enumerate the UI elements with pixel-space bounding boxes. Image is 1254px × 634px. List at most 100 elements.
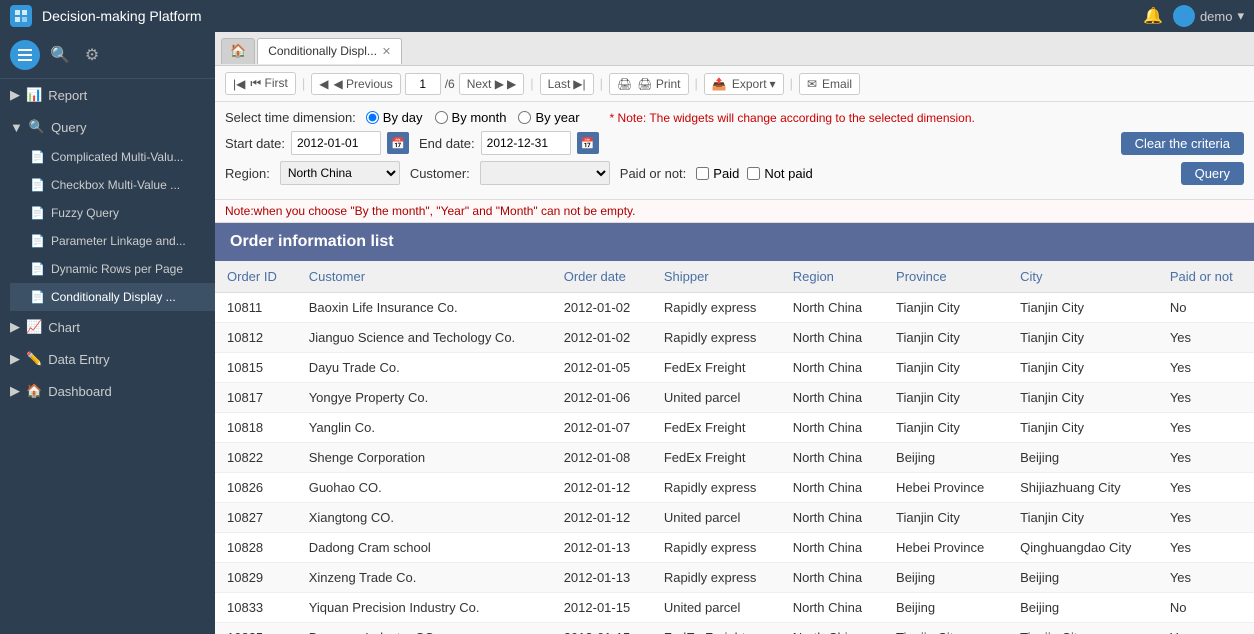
sidebar-item-conditionally-display[interactable]: 📄 Conditionally Display ...	[10, 283, 215, 311]
col-city: City	[1008, 261, 1158, 293]
cell-id: 10829	[215, 563, 297, 593]
sidebar-group-dashboard: ▶ 🏠 Dashboard	[0, 375, 215, 407]
sidebar-item-checkbox[interactable]: 📄 Checkbox Multi-Value ...	[10, 171, 215, 199]
cell-id: 10833	[215, 593, 297, 623]
cell-order_date: 2012-01-02	[552, 323, 652, 353]
cell-city: Tianjin City	[1008, 413, 1158, 443]
file-icon: 📄	[30, 234, 45, 248]
cell-paid: Yes	[1158, 473, 1254, 503]
cell-shipper: United parcel	[652, 503, 781, 533]
cell-province: Tianjin City	[884, 413, 1008, 443]
cell-shipper: Rapidly express	[652, 323, 781, 353]
cell-order_date: 2012-01-02	[552, 293, 652, 323]
customer-label: Customer:	[410, 166, 470, 181]
print-button[interactable]: 🖨 🖨 Print	[609, 73, 688, 95]
sidebar-settings-icon[interactable]: ⚙	[80, 43, 104, 67]
sidebar-item-chart-label: Chart	[48, 320, 80, 335]
radio-by-day[interactable]: By day	[366, 110, 423, 125]
file-icon: 📄	[30, 290, 45, 304]
radio-by-year-input[interactable]	[518, 111, 531, 124]
sidebar-item-parameter-linkage[interactable]: 📄 Parameter Linkage and...	[10, 227, 215, 255]
tab-conditionally-display[interactable]: Conditionally Displ... ✕	[257, 38, 402, 64]
cell-city: Tianjin City	[1008, 383, 1158, 413]
sidebar-item-dashboard-label: Dashboard	[48, 384, 112, 399]
sidebar-item-dynamic-rows[interactable]: 📄 Dynamic Rows per Page	[10, 255, 215, 283]
cell-paid: Yes	[1158, 563, 1254, 593]
user-menu[interactable]: demo ▾	[1173, 5, 1244, 27]
tab-close-icon[interactable]: ✕	[382, 45, 391, 58]
sidebar-item-parameter-linkage-label: Parameter Linkage and...	[51, 234, 186, 248]
customer-select[interactable]	[480, 161, 610, 185]
radio-by-month[interactable]: By month	[435, 110, 507, 125]
end-date-input[interactable]	[481, 131, 571, 155]
file-icon: 📄	[30, 178, 45, 192]
sidebar-item-dashboard[interactable]: ▶ 🏠 Dashboard	[0, 375, 215, 407]
username: demo	[1200, 9, 1233, 24]
last-button[interactable]: Last ▶|	[540, 73, 594, 95]
first-button[interactable]: |◀ ⏮ First	[225, 72, 296, 95]
cell-paid: Yes	[1158, 383, 1254, 413]
sidebar-item-data-entry[interactable]: ▶ ✏️ Data Entry	[0, 343, 215, 375]
cell-customer: Yanglin Co.	[297, 413, 552, 443]
cell-paid: Yes	[1158, 323, 1254, 353]
page-content: |◀ ⏮ First | ◀ ◀ Previous /6 Next ▶ ▶ | …	[215, 66, 1254, 634]
region-select[interactable]: North China	[280, 161, 400, 185]
start-date-input[interactable]	[291, 131, 381, 155]
start-date-calendar-button[interactable]: 📅	[387, 132, 409, 154]
end-date-label: End date:	[419, 136, 475, 151]
cell-shipper: Rapidly express	[652, 473, 781, 503]
table-title: Order information list	[215, 223, 1254, 261]
notifications-icon[interactable]: 🔔	[1143, 6, 1163, 26]
cell-region: North China	[781, 473, 884, 503]
cell-customer: Shenge Corporation	[297, 443, 552, 473]
sidebar-item-report[interactable]: ▶ 📊 Report	[0, 79, 215, 111]
sidebar-item-fuzzy[interactable]: 📄 Fuzzy Query	[10, 199, 215, 227]
dashboard-icon: 🏠	[26, 383, 42, 399]
clear-criteria-button[interactable]: Clear the criteria	[1121, 132, 1244, 155]
next-button[interactable]: Next ▶ ▶	[459, 73, 524, 95]
cell-region: North China	[781, 293, 884, 323]
tab-home[interactable]: 🏠	[221, 38, 255, 64]
col-region: Region	[781, 261, 884, 293]
page-number-input[interactable]	[405, 73, 441, 95]
chevron-right-icon: ▶	[10, 383, 20, 399]
region-customer-row: Region: North China Customer: Paid or no…	[225, 161, 1244, 185]
cell-paid: No	[1158, 293, 1254, 323]
paid-checkbox[interactable]	[696, 167, 709, 180]
cell-id: 10822	[215, 443, 297, 473]
cell-shipper: FedEx Freight	[652, 443, 781, 473]
table-row: 10822Shenge Corporation2012-01-08FedEx F…	[215, 443, 1254, 473]
tab-label: Conditionally Displ...	[268, 44, 377, 58]
chevron-down-icon: ▼	[10, 120, 23, 135]
cell-shipper: FedEx Freight	[652, 413, 781, 443]
not-paid-checkbox-item[interactable]: Not paid	[747, 166, 812, 181]
query-button[interactable]: Query	[1181, 162, 1244, 185]
not-paid-checkbox[interactable]	[747, 167, 760, 180]
sidebar-menu-button[interactable]	[10, 40, 40, 70]
end-date-calendar-button[interactable]: 📅	[577, 132, 599, 154]
table-row: 10812Jianguo Science and Techology Co.20…	[215, 323, 1254, 353]
sidebar-item-conditionally-display-label: Conditionally Display ...	[51, 290, 176, 304]
previous-button[interactable]: ◀ ◀ Previous	[311, 73, 400, 95]
radio-by-month-input[interactable]	[435, 111, 448, 124]
cell-customer: Baoxin Life Insurance Co.	[297, 293, 552, 323]
radio-by-day-input[interactable]	[366, 111, 379, 124]
cell-paid: Yes	[1158, 353, 1254, 383]
cell-shipper: United parcel	[652, 593, 781, 623]
chevron-right-icon: ▶	[10, 351, 20, 367]
export-button[interactable]: 📤 Export ▾	[704, 73, 784, 95]
sidebar-item-complicated[interactable]: 📄 Complicated Multi-Valu...	[10, 143, 215, 171]
cell-region: North China	[781, 623, 884, 634]
cell-province: Beijing	[884, 563, 1008, 593]
avatar	[1173, 5, 1195, 27]
app-logo	[10, 5, 32, 27]
sidebar-search-icon[interactable]: 🔍	[48, 43, 72, 67]
sidebar-item-query[interactable]: ▼ 🔍 Query	[0, 111, 215, 143]
radio-by-year[interactable]: By year	[518, 110, 579, 125]
email-button[interactable]: ✉ Email	[799, 73, 860, 95]
sidebar-item-chart[interactable]: ▶ 📈 Chart	[0, 311, 215, 343]
col-customer: Customer	[297, 261, 552, 293]
paid-label: Paid or not:	[620, 166, 687, 181]
paid-checkbox-item[interactable]: Paid	[696, 166, 739, 181]
cell-city: Qinghuangdao City	[1008, 533, 1158, 563]
